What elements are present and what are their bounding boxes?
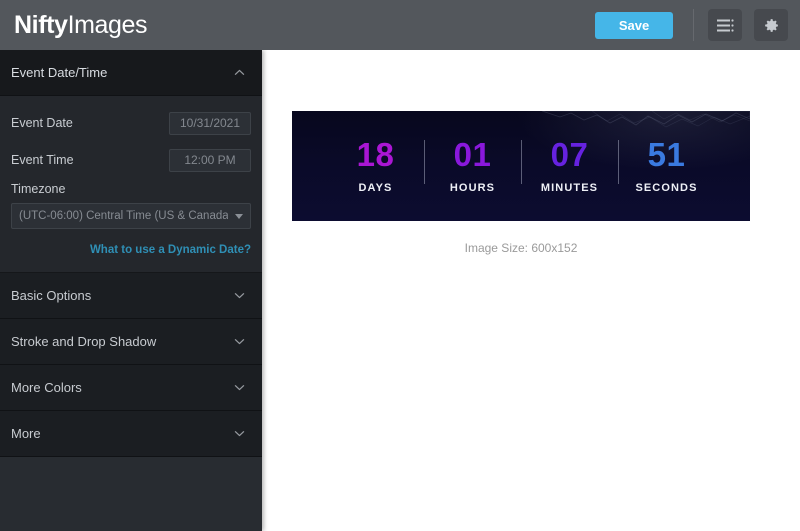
sidebar-section-more-colors[interactable]: More Colors — [0, 365, 262, 411]
countdown-label-days: DAYS — [358, 182, 393, 194]
sidebar-section-stroke-drop-shadow[interactable]: Stroke and Drop Shadow — [0, 319, 262, 365]
countdown-cell-seconds: 51 SECONDS — [619, 138, 715, 194]
menu-list-button[interactable] — [708, 9, 742, 41]
countdown-value-hours: 01 — [453, 136, 492, 173]
sidebar-section-title: Stroke and Drop Shadow — [11, 334, 157, 349]
countdown-label-seconds: SECONDS — [635, 182, 698, 194]
countdown-row: 18 DAYS 01 HOURS 07 MINUTES 51 SECONDS — [292, 111, 750, 221]
preview-canvas: 18 DAYS 01 HOURS 07 MINUTES 51 SECONDS I… — [262, 50, 800, 531]
event-date-label: Event Date — [11, 116, 73, 130]
event-date-row: Event Date — [11, 108, 251, 138]
brand-logo-bold: Nifty — [14, 10, 68, 39]
chevron-down-icon — [234, 385, 245, 391]
chevron-up-icon — [234, 69, 245, 75]
countdown-cell-hours: 01 HOURS — [425, 138, 521, 194]
settings-sidebar: Event Date/Time Event Date Event Time Ti… — [0, 50, 262, 531]
sidebar-section-title: Event Date/Time — [11, 65, 108, 80]
timezone-label: Timezone — [11, 182, 66, 196]
countdown-value-seconds: 51 — [647, 136, 686, 173]
countdown-banner-image[interactable]: 18 DAYS 01 HOURS 07 MINUTES 51 SECONDS — [292, 111, 750, 221]
countdown-label-hours: HOURS — [449, 182, 496, 194]
countdown-value-days: 18 — [356, 136, 395, 173]
sidebar-section-title: Basic Options — [11, 288, 92, 303]
app-header: NiftyImages Save — [0, 0, 800, 50]
timezone-select[interactable]: (UTC-06:00) Central Time (US & Canada) — [11, 203, 251, 229]
countdown-label-minutes: MINUTES — [540, 182, 599, 194]
sidebar-section-title: More — [11, 426, 41, 441]
event-time-input[interactable] — [169, 148, 251, 172]
sidebar-section-basic-options[interactable]: Basic Options — [0, 273, 262, 319]
app-root: NiftyImages Save Event Date/Time Event D… — [0, 0, 800, 531]
dynamic-date-link[interactable]: What to use a Dynamic Date? — [90, 244, 251, 256]
countdown-value-minutes: 07 — [550, 136, 589, 173]
dynamic-date-link-row: What to use a Dynamic Date? — [11, 240, 251, 258]
chevron-down-icon — [234, 293, 245, 299]
sidebar-section-more[interactable]: More — [0, 411, 262, 457]
lines-icon — [716, 18, 734, 32]
event-date-input[interactable] — [169, 111, 251, 135]
gear-icon — [764, 18, 778, 32]
header-divider — [693, 9, 694, 41]
brand-logo[interactable]: NiftyImages — [14, 10, 148, 39]
chevron-down-icon — [234, 431, 245, 437]
settings-button[interactable] — [754, 9, 788, 41]
header-actions: Save — [595, 9, 788, 41]
event-time-label: Event Time — [11, 153, 74, 167]
sidebar-section-event-date-time[interactable]: Event Date/Time — [0, 50, 262, 96]
chevron-down-icon — [234, 339, 245, 345]
countdown-cell-days: 18 DAYS — [328, 138, 424, 194]
timezone-select-wrap: (UTC-06:00) Central Time (US & Canada) — [11, 203, 251, 229]
brand-logo-light: Images — [67, 10, 148, 39]
sidebar-section-title: More Colors — [11, 380, 82, 395]
countdown-cell-minutes: 07 MINUTES — [522, 138, 618, 194]
image-size-caption: Image Size: 600x152 — [464, 241, 578, 255]
save-button[interactable]: Save — [595, 11, 673, 39]
event-date-time-panel: Event Date Event Time Timezone (UTC-06:0… — [0, 96, 262, 273]
event-time-row: Event Time — [11, 145, 251, 175]
